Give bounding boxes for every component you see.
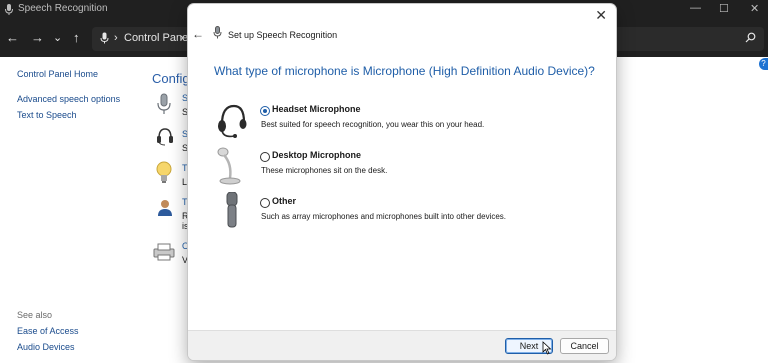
option-description: Such as array microphones and microphone… bbox=[261, 212, 507, 221]
option-description: These microphones sit on the desk. bbox=[261, 166, 388, 175]
desktop-microphone-icon bbox=[210, 146, 254, 190]
option-label: Other bbox=[272, 196, 297, 206]
option-description: Best suited for speech recognition, you … bbox=[261, 120, 485, 129]
forward-button[interactable]: → bbox=[31, 29, 44, 47]
search-input[interactable] bbox=[614, 27, 764, 51]
back-button[interactable]: ← bbox=[6, 29, 19, 47]
see-also-label: See also bbox=[17, 310, 53, 320]
headset-icon bbox=[156, 127, 174, 150]
option-headset[interactable]: Headset Microphone Best suited for speec… bbox=[210, 102, 600, 142]
recent-locations-dropdown[interactable]: ⌄ bbox=[53, 29, 62, 47]
text-to-speech-link[interactable]: Text to Speech bbox=[17, 110, 77, 120]
option-label: Headset Microphone bbox=[272, 104, 361, 114]
dialog-close-button[interactable]: ✕ bbox=[595, 7, 607, 24]
dialog-back-button[interactable]: ← bbox=[192, 27, 204, 41]
maximize-button[interactable]: ☐ bbox=[719, 2, 729, 15]
lightbulb-icon bbox=[156, 161, 172, 188]
option-other[interactable]: Other Such as array microphones and micr… bbox=[210, 191, 600, 236]
control-panel-home-link[interactable]: Control Panel Home bbox=[17, 69, 98, 79]
breadcrumb-separator: › bbox=[114, 32, 118, 44]
mouse-cursor-icon bbox=[542, 341, 552, 358]
printer-icon bbox=[152, 243, 176, 264]
section-link[interactable]: T bbox=[182, 163, 188, 173]
microphone-icon bbox=[4, 3, 14, 19]
headset-icon bbox=[210, 100, 254, 144]
audio-devices-link[interactable]: Audio Devices bbox=[17, 342, 75, 352]
section-link[interactable]: T bbox=[182, 197, 188, 207]
close-window-button[interactable]: ✕ bbox=[750, 2, 759, 15]
microphone-icon bbox=[213, 26, 222, 42]
cancel-button[interactable]: Cancel bbox=[560, 338, 609, 354]
radio-headset[interactable] bbox=[260, 106, 270, 116]
up-button[interactable]: ↑ bbox=[73, 29, 80, 47]
microphone-icon bbox=[156, 93, 172, 118]
radio-other[interactable] bbox=[260, 198, 270, 208]
minimize-button[interactable]: — bbox=[690, 2, 701, 14]
option-label: Desktop Microphone bbox=[272, 150, 362, 160]
microphone-icon bbox=[100, 32, 109, 47]
search-icon bbox=[745, 32, 756, 46]
microphone-type-question: What type of microphone is Microphone (H… bbox=[214, 64, 595, 78]
radio-desktop[interactable] bbox=[260, 152, 270, 162]
handheld-microphone-icon bbox=[210, 191, 254, 236]
option-desktop[interactable]: Desktop Microphone These microphones sit… bbox=[210, 146, 600, 190]
ease-of-access-link[interactable]: Ease of Access bbox=[17, 326, 79, 336]
advanced-speech-options-link[interactable]: Advanced speech options bbox=[17, 94, 120, 104]
help-button[interactable]: ? bbox=[759, 58, 768, 70]
window-title: Speech Recognition bbox=[18, 3, 108, 14]
section-text: L bbox=[182, 177, 188, 187]
breadcrumb-separator[interactable]: › bbox=[180, 32, 184, 44]
user-icon bbox=[156, 199, 172, 220]
setup-dialog: ✕ ← Set up Speech Recognition What type … bbox=[188, 4, 616, 360]
dialog-title: Set up Speech Recognition bbox=[228, 30, 338, 40]
